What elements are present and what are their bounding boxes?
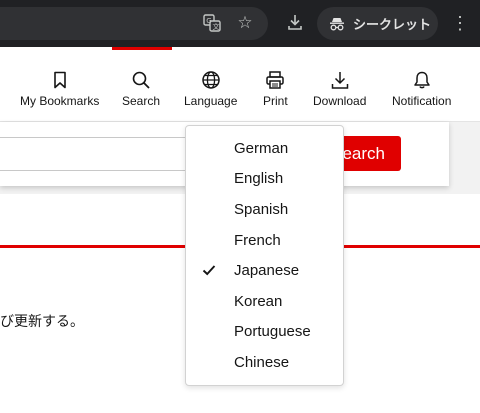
language-option-label: German	[234, 139, 289, 157]
search-icon	[132, 71, 150, 89]
nav-language[interactable]: Language	[184, 70, 237, 108]
language-option-label: French	[234, 231, 281, 249]
nav-label: Print	[263, 94, 288, 108]
svg-text:G: G	[206, 17, 211, 25]
nav-notification[interactable]: Notification	[392, 70, 451, 108]
translate-icon[interactable]: G文	[203, 14, 221, 32]
language-option-label: Korean	[234, 292, 283, 310]
nav-print[interactable]: Print	[263, 70, 288, 108]
language-menu: German English Spanish French Japanese K…	[185, 125, 344, 386]
download-icon	[331, 72, 348, 89]
nav-label: Notification	[392, 94, 452, 108]
language-option-german[interactable]: German	[186, 133, 343, 164]
language-option-label: Chinese	[234, 353, 290, 371]
language-option-english[interactable]: English	[186, 164, 343, 195]
language-option-label: Japanese	[234, 262, 300, 280]
address-bar[interactable]	[0, 7, 268, 40]
nav-my-bookmarks[interactable]: My Bookmarks	[20, 70, 99, 108]
nav-label: Download	[313, 94, 367, 108]
svg-text:文: 文	[213, 22, 220, 31]
language-option-japanese[interactable]: Japanese	[186, 255, 343, 286]
globe-icon	[201, 71, 220, 89]
checkmark-icon	[202, 265, 216, 276]
incognito-icon	[330, 17, 344, 30]
nav-search[interactable]: Search	[122, 70, 160, 108]
nav-label: Language	[184, 94, 238, 108]
more-vert-icon[interactable]: ⋮	[451, 13, 469, 33]
printer-icon	[266, 71, 285, 89]
bell-icon	[413, 71, 430, 89]
nav-download[interactable]: Download	[313, 70, 366, 108]
incognito-label: シークレット	[353, 17, 432, 32]
nav-label: Search	[122, 94, 161, 108]
language-option-chinese[interactable]: Chinese	[186, 347, 343, 378]
language-option-label: Portuguese	[234, 323, 311, 341]
language-option-spanish[interactable]: Spanish	[186, 194, 343, 225]
active-tab-indicator	[112, 47, 172, 50]
language-option-french[interactable]: French	[186, 225, 343, 256]
language-option-portuguese[interactable]: Portuguese	[186, 317, 343, 348]
language-option-korean[interactable]: Korean	[186, 286, 343, 317]
language-option-label: Spanish	[234, 200, 289, 218]
bookmark-icon	[53, 71, 66, 89]
download-icon[interactable]	[286, 13, 304, 31]
incognito-indicator[interactable]: シークレット	[317, 7, 438, 40]
content-text: び更新する。	[0, 314, 84, 330]
language-option-label: English	[234, 170, 284, 188]
nav-label: My Bookmarks	[20, 94, 100, 108]
star-icon[interactable]: ☆	[236, 13, 254, 31]
